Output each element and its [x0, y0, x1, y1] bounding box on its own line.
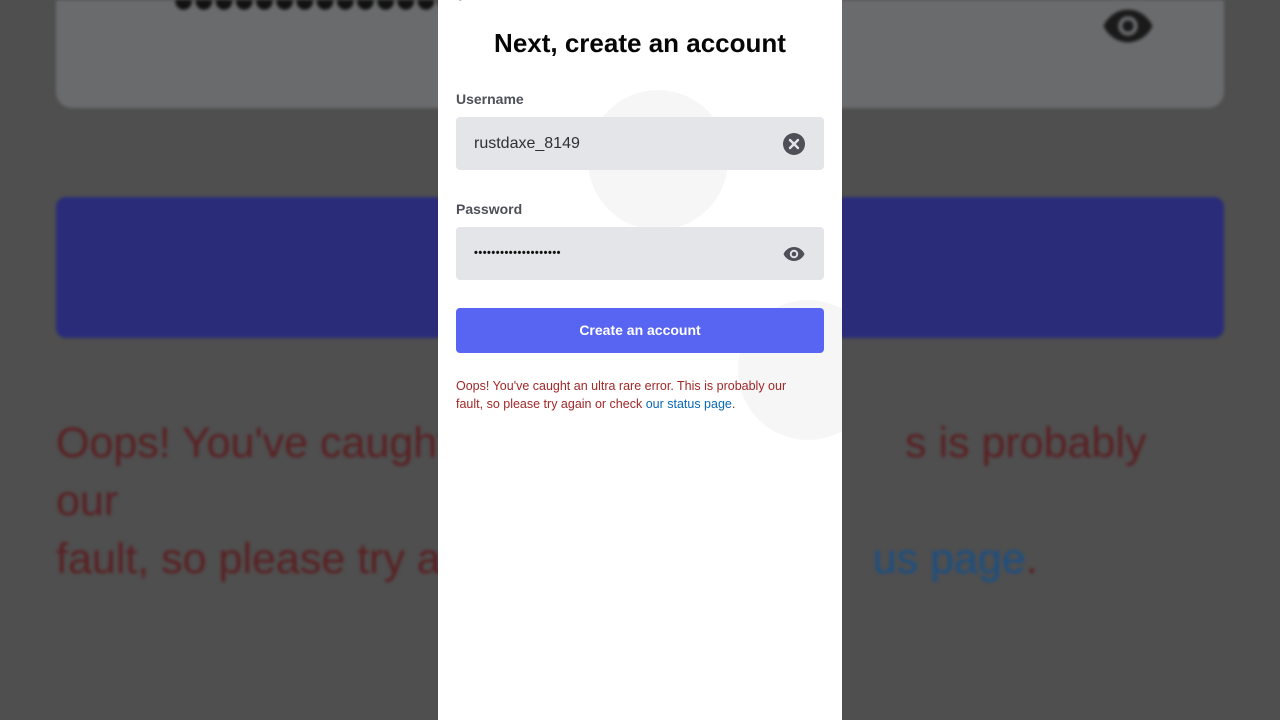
phone-screen: ‹ Next, create an account Username rustd… — [438, 0, 842, 720]
error-text: Oops! You've caught an ultra rare error.… — [456, 379, 787, 411]
error-trailing: . — [731, 397, 736, 411]
background-eye-icon — [1103, 9, 1153, 43]
create-account-button[interactable]: Create an account — [456, 308, 824, 353]
background-error-period: . — [1025, 535, 1038, 583]
background-error-link: us page — [872, 535, 1026, 583]
username-value: rustdaxe_8149 — [474, 135, 580, 152]
status-page-link[interactable]: our status page — [646, 397, 732, 411]
username-field[interactable]: rustdaxe_8149 — [456, 117, 824, 170]
password-value: •••••••••••••••••••• — [474, 247, 562, 259]
background-error-line1-start: Oops! You've caught a — [56, 419, 485, 467]
clear-x-icon[interactable] — [782, 132, 806, 156]
page-title: Next, create an account — [494, 28, 786, 58]
background-error-line2-start: fault, so please try ag — [56, 535, 465, 583]
error-message: Oops! You've caught an ultra rare error.… — [456, 377, 816, 413]
password-field[interactable]: •••••••••••••••••••• — [456, 227, 824, 280]
back-chevron-icon[interactable]: ‹ — [456, 0, 462, 7]
username-label: Username — [456, 91, 524, 107]
password-label: Password — [456, 201, 523, 217]
eye-icon[interactable] — [782, 242, 806, 266]
